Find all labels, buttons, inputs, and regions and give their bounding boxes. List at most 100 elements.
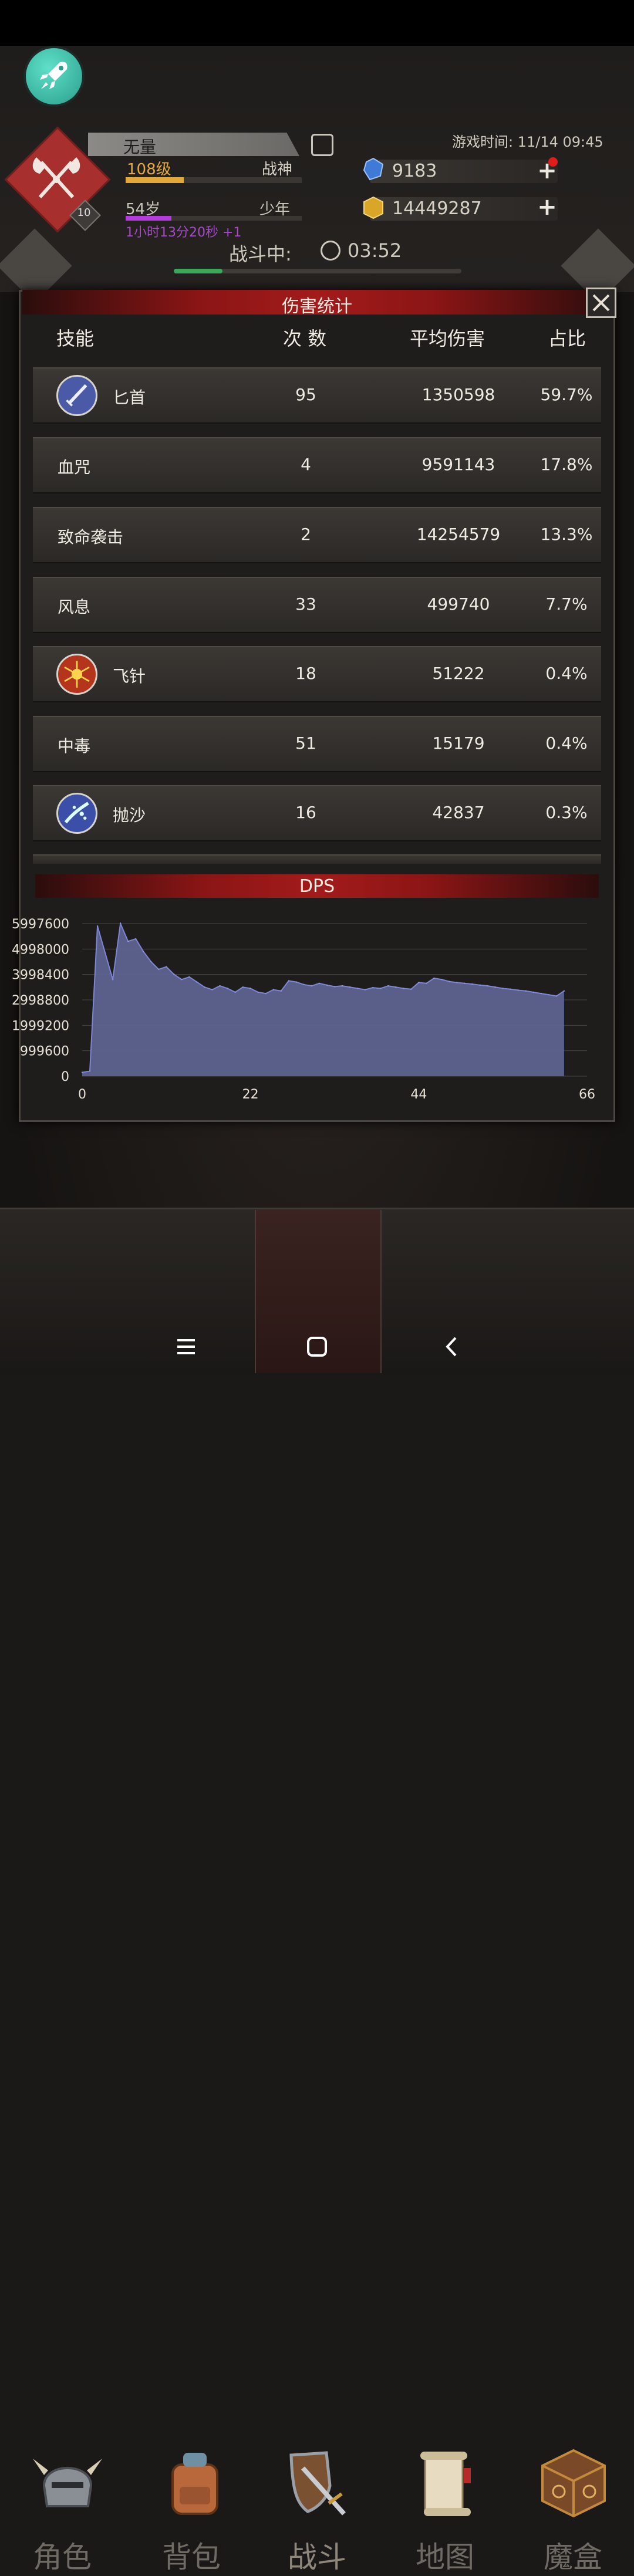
y-tick-label: 2998800 [12, 993, 69, 1008]
dps-point [265, 992, 267, 995]
close-button[interactable] [586, 288, 616, 318]
table-row[interactable]: 抛沙 16 42837 0.3% [33, 785, 601, 841]
nav-item-character[interactable]: 角色 [4, 1210, 121, 2574]
skill-name: 致命袭击 [58, 528, 124, 547]
y-tick-label: 0 [61, 1070, 69, 1084]
dps-area [82, 923, 564, 1076]
table-row-partial [33, 854, 601, 864]
panel-title: 伤害统计 [282, 296, 352, 317]
status-bar [0, 0, 634, 46]
dps-point [112, 979, 114, 981]
dps-point [555, 995, 558, 997]
back-icon[interactable] [437, 1332, 466, 1361]
dps-point [479, 984, 481, 986]
skill-ratio: 59.7% [540, 385, 593, 404]
table-row[interactable]: 致命袭击 2 14254579 13.3% [33, 507, 601, 563]
dps-point [349, 986, 351, 988]
x-tick-label: 44 [410, 1087, 427, 1102]
dps-point [227, 988, 228, 989]
rocket-button[interactable] [26, 48, 82, 104]
skill-count: 18 [295, 664, 316, 683]
menu-icon[interactable] [171, 1332, 201, 1361]
dps-point [219, 985, 221, 987]
dps-point [234, 991, 236, 993]
dps-point [364, 989, 366, 990]
dps-point [540, 992, 542, 995]
player-title: 战神 [262, 161, 293, 178]
skill-avg-damage: 1350598 [421, 385, 495, 404]
dps-point [81, 1071, 83, 1073]
nav-item-magic-box[interactable]: 魔盒 [514, 1210, 632, 2574]
skill-name: 飞针 [113, 667, 146, 686]
dps-point [196, 981, 198, 983]
dps-point [173, 973, 175, 975]
skill-ratio: 0.4% [545, 733, 588, 753]
skill-avg-damage: 51222 [432, 664, 485, 683]
dps-point [280, 990, 282, 992]
skill-ratio: 0.4% [545, 664, 588, 683]
age-progress-fill [126, 216, 171, 221]
battle-timer: 03:52 [348, 239, 402, 262]
dps-point [272, 989, 274, 990]
battle-status-label: 战斗中: [229, 243, 292, 265]
dps-point [318, 982, 321, 984]
table-row[interactable]: 匕首 95 1350598 59.7% [33, 367, 601, 424]
skill-name: 中毒 [58, 736, 91, 756]
dps-point [89, 1070, 91, 1072]
table-row[interactable]: 中毒 51 15179 0.4% [33, 716, 601, 772]
dps-point [510, 988, 511, 990]
table-row[interactable]: 血咒 4 9591143 17.8% [33, 437, 601, 493]
dps-point [119, 922, 122, 925]
dps-point [387, 985, 389, 987]
table-row[interactable]: 飞针 18 51222 0.4% [33, 646, 601, 702]
skill-ratio: 0.3% [545, 803, 588, 822]
skill-name: 抛沙 [113, 806, 146, 825]
dps-point [333, 986, 336, 988]
add-gold-button[interactable]: + [537, 195, 558, 219]
dps-point [494, 986, 496, 988]
dps-point [395, 986, 397, 988]
column-avg-damage: 平均伤害 [410, 327, 485, 350]
dps-point [150, 961, 152, 963]
magic-box-icon [541, 2449, 606, 2518]
stopwatch-icon [321, 241, 340, 261]
dps-point [563, 990, 565, 992]
sword-shield-icon [289, 2451, 346, 2516]
dps-point [448, 981, 450, 982]
x-tick-label: 66 [579, 1087, 595, 1102]
skill-avg-damage: 14254579 [416, 525, 501, 544]
skill-count: 33 [295, 594, 316, 614]
dagger-icon [56, 375, 97, 416]
nav-label: 角色 [33, 2540, 92, 2574]
dps-point [158, 968, 160, 971]
nav-label: 地图 [416, 2540, 474, 2574]
player-level: 108级 [127, 161, 171, 178]
backpack-icon [171, 2453, 218, 2515]
battle-progress-fill [174, 269, 223, 273]
skill-ratio: 17.8% [540, 455, 593, 474]
skill-count: 95 [295, 385, 316, 404]
dps-point [548, 994, 550, 996]
dps-point [403, 988, 404, 989]
scroll-map-icon [420, 2452, 471, 2516]
home-icon[interactable] [302, 1332, 332, 1361]
dps-point [242, 986, 244, 988]
edit-name-icon[interactable] [311, 134, 333, 156]
dps-chart: 5997600 4998000 3998400 2998800 1999200 99960… [12, 917, 595, 1102]
table-row[interactable]: 风息 33 499740 7.7% [33, 577, 601, 633]
dps-point [502, 988, 504, 989]
nav-label: 战斗 [288, 2540, 346, 2574]
skill-avg-damage: 15179 [432, 733, 485, 753]
level-progress-fill [126, 177, 184, 183]
dps-point [532, 991, 534, 993]
notification-dot [548, 157, 558, 167]
dps-point [341, 985, 343, 987]
skill-count: 51 [295, 733, 316, 753]
y-tick-label: 5997600 [12, 917, 69, 932]
dps-point [372, 986, 374, 989]
dps-point [295, 981, 298, 983]
dps-point [456, 982, 458, 983]
dps-point [311, 985, 313, 987]
x-tick-label: 22 [242, 1087, 259, 1102]
dps-point [517, 989, 519, 991]
